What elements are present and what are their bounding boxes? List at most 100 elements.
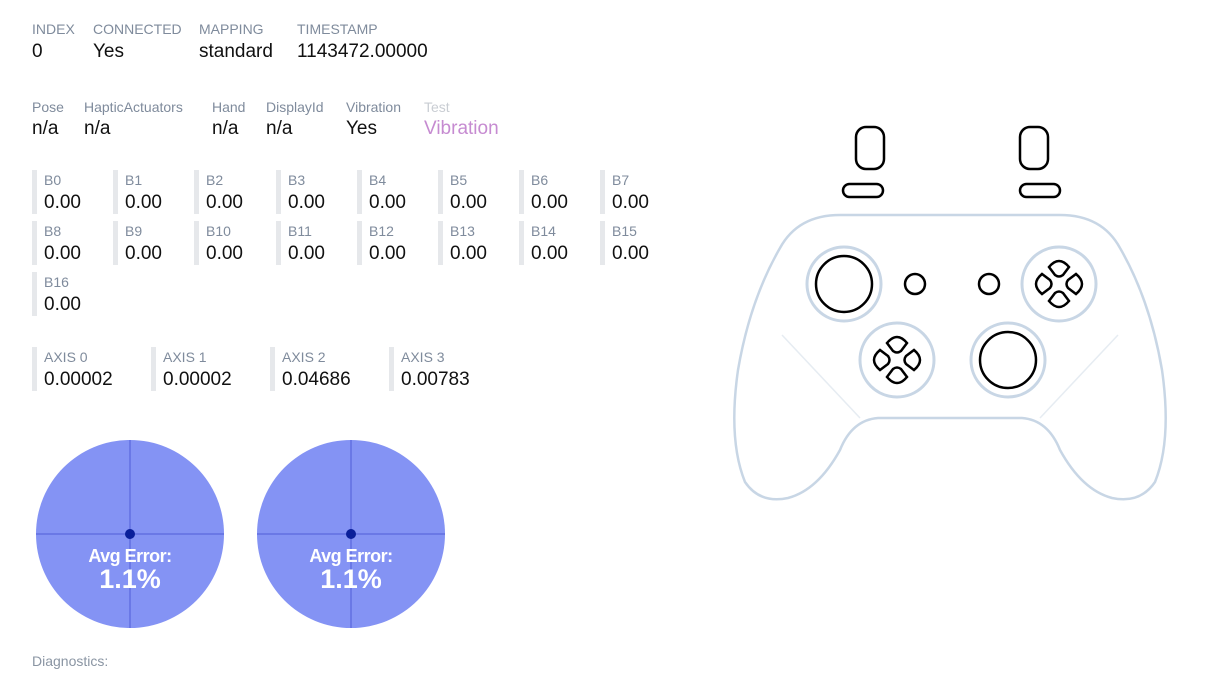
display-id-value: n/a <box>266 118 293 139</box>
button-value: 0.00 <box>44 294 81 315</box>
pose-value: n/a <box>32 118 59 139</box>
button-cell-b4: B4 0.00 <box>357 170 431 214</box>
axis-label: AXIS 2 <box>282 349 326 365</box>
button-cell-b3: B3 0.00 <box>276 170 350 214</box>
button-label: B12 <box>369 223 394 239</box>
left-stick-icon <box>814 254 874 314</box>
axis-value: 0.00002 <box>163 369 232 390</box>
button-label: B2 <box>206 172 224 188</box>
button-cell-b13: B13 0.00 <box>438 221 512 265</box>
controller-body-outline <box>733 213 1167 501</box>
button-cell-b1: B1 0.00 <box>113 170 187 214</box>
diagnostics-label: Diagnostics: <box>32 653 109 669</box>
button-cell-b10: B10 0.00 <box>194 221 268 265</box>
test-label: Test <box>424 99 450 115</box>
button-value: 0.00 <box>450 192 487 213</box>
button-value: 0.00 <box>369 192 406 213</box>
left-trigger-icon <box>854 125 886 171</box>
button-label: B9 <box>125 223 143 239</box>
vibration-label: Vibration <box>346 99 402 115</box>
button-cell-b15: B15 0.00 <box>600 221 674 265</box>
axis-cell-1: AXIS 1 0.00002 <box>151 347 263 391</box>
index-value: 0 <box>32 41 43 62</box>
axis-label: AXIS 3 <box>401 349 445 365</box>
button-label: B6 <box>531 172 549 188</box>
right-trigger-icon <box>1018 125 1050 171</box>
dpad-well <box>858 321 936 399</box>
right-bumper-icon <box>1018 182 1062 199</box>
button-value: 0.00 <box>531 192 568 213</box>
button-label: B8 <box>44 223 62 239</box>
button-value: 0.00 <box>206 243 243 264</box>
button-value: 0.00 <box>450 243 487 264</box>
right-stick-position-dot <box>346 529 356 539</box>
timestamp-field: TIMESTAMP 1143472.00000 <box>297 21 428 63</box>
test-field: Test Vibration <box>424 99 499 140</box>
pose-label: Pose <box>32 99 64 115</box>
button-label: B13 <box>450 223 475 239</box>
axis-cell-0: AXIS 0 0.00002 <box>32 347 144 391</box>
button-value: 0.00 <box>612 192 649 213</box>
button-value: 0.00 <box>44 243 81 264</box>
axis-value: 0.00783 <box>401 369 470 390</box>
button-value: 0.00 <box>125 243 162 264</box>
button-value: 0.00 <box>44 192 81 213</box>
connected-value: Yes <box>93 41 124 62</box>
axis-cell-2: AXIS 2 0.04686 <box>270 347 382 391</box>
button-label: B1 <box>125 172 143 188</box>
test-vibration-button[interactable]: Vibration <box>424 118 499 140</box>
hand-label: Hand <box>212 99 246 115</box>
button-cell-b12: B12 0.00 <box>357 221 431 265</box>
mapping-field: MAPPING standard <box>199 21 273 63</box>
button-cell-b7: B7 0.00 <box>600 170 674 214</box>
button-cell-b9: B9 0.00 <box>113 221 187 265</box>
mapping-label: MAPPING <box>199 21 264 37</box>
button-label: B5 <box>450 172 468 188</box>
button-cell-b11: B11 0.00 <box>276 221 350 265</box>
start-button-icon <box>977 272 1001 296</box>
button-label: B10 <box>206 223 231 239</box>
timestamp-value: 1143472.00000 <box>297 41 428 62</box>
hand-field: Hand n/a <box>212 99 245 140</box>
display-id-field: DisplayId n/a <box>266 99 324 140</box>
timestamp-label: TIMESTAMP <box>297 21 378 37</box>
button-label: B14 <box>531 223 556 239</box>
left-stick-error-value: 1.1% <box>99 564 161 594</box>
button-value: 0.00 <box>206 192 243 213</box>
hand-value: n/a <box>212 118 239 139</box>
gamepad-illustration <box>733 125 1167 501</box>
axis-label: AXIS 1 <box>163 349 207 365</box>
face-buttons-well <box>1020 245 1098 323</box>
button-cell-b2: B2 0.00 <box>194 170 268 214</box>
button-value: 0.00 <box>288 243 325 264</box>
button-cell-b6: B6 0.00 <box>519 170 593 214</box>
left-stick-visualizer: Avg Error: 1.1% <box>36 440 224 628</box>
button-label: B11 <box>288 223 312 239</box>
button-value: 0.00 <box>125 192 162 213</box>
axis-value: 0.04686 <box>282 369 351 390</box>
button-cell-b14: B14 0.00 <box>519 221 593 265</box>
button-cell-b8: B8 0.00 <box>32 221 106 265</box>
mapping-value: standard <box>199 41 273 62</box>
pose-field: Pose n/a <box>32 99 64 140</box>
button-label: B3 <box>288 172 306 188</box>
left-bumper-icon <box>841 182 885 199</box>
button-label: B0 <box>44 172 62 188</box>
button-label: B16 <box>44 274 69 290</box>
right-stick-visualizer: Avg Error: 1.1% <box>257 440 445 628</box>
button-cell-b0: B0 0.00 <box>32 170 106 214</box>
button-value: 0.00 <box>288 192 325 213</box>
haptic-actuators-value: n/a <box>84 118 111 139</box>
right-stick-icon <box>978 330 1038 390</box>
right-stick-error-value: 1.1% <box>320 564 382 594</box>
button-cell-b16: B16 0.00 <box>32 272 106 316</box>
index-field: INDEX 0 <box>32 21 75 63</box>
select-button-icon <box>903 272 927 296</box>
axis-value: 0.00002 <box>44 369 113 390</box>
haptic-actuators-label: HapticActuators <box>84 99 183 115</box>
connected-field: CONNECTED Yes <box>93 21 182 63</box>
left-stick-position-dot <box>125 529 135 539</box>
axis-label: AXIS 0 <box>44 349 88 365</box>
button-label: B4 <box>369 172 387 188</box>
button-label: B15 <box>612 223 637 239</box>
